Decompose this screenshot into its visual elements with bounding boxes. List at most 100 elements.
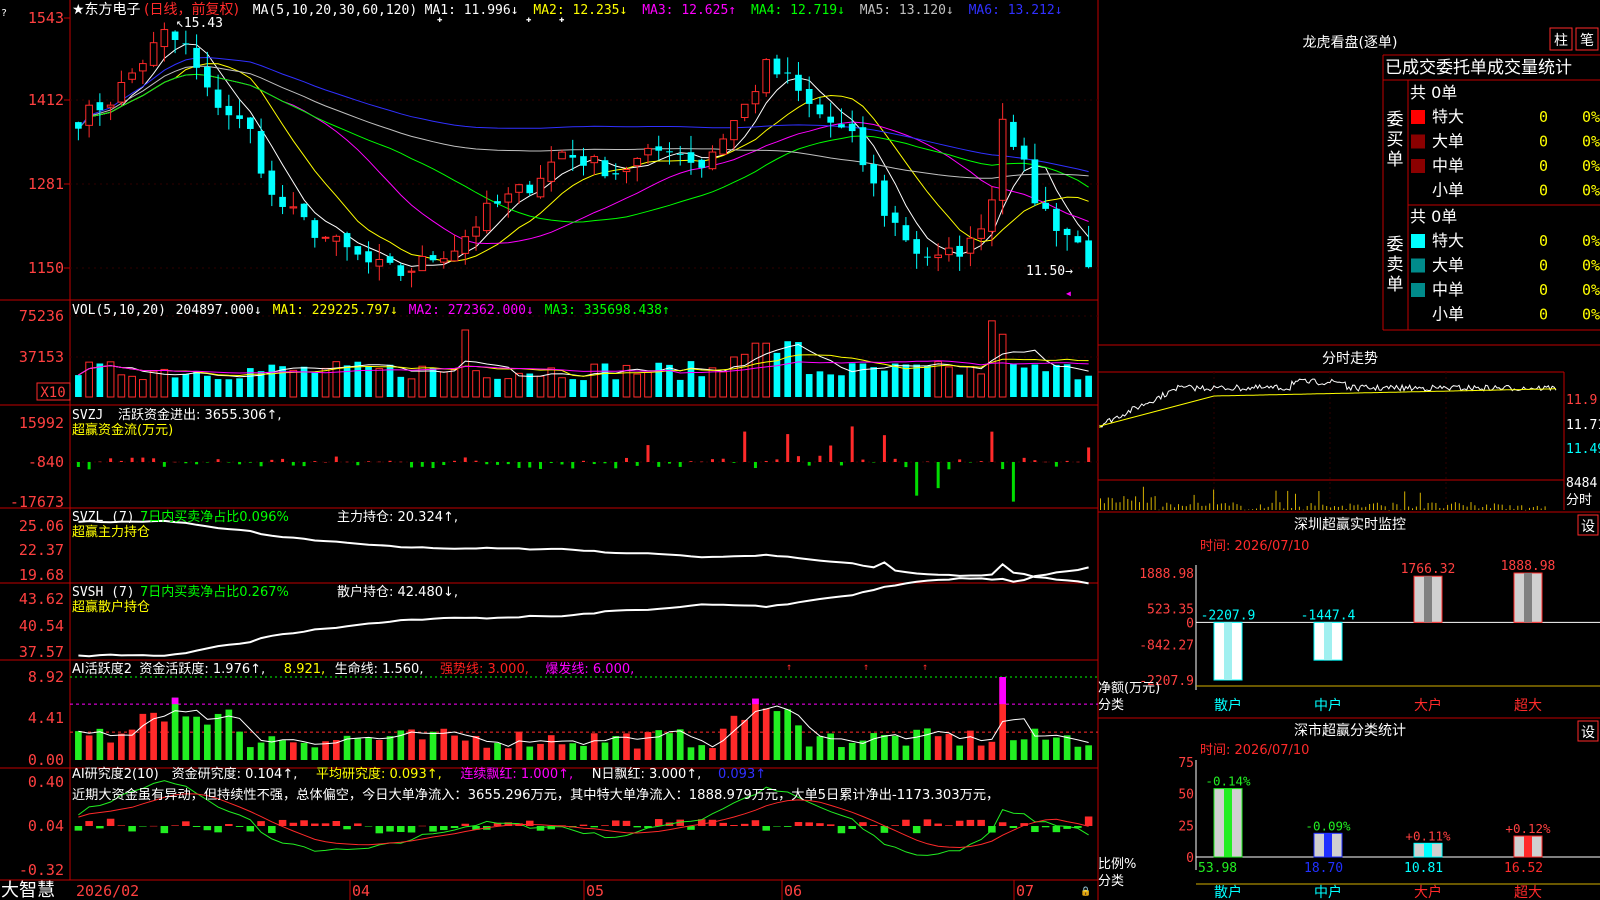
candle-body[interactable] <box>171 31 179 41</box>
flow-bar[interactable] <box>549 462 553 464</box>
research-bar[interactable] <box>1031 826 1039 833</box>
candle-body[interactable] <box>988 199 996 232</box>
candle-body[interactable] <box>182 43 190 45</box>
volume-bar[interactable] <box>1031 364 1039 397</box>
flow-bar[interactable] <box>710 459 714 462</box>
flow-bar[interactable] <box>313 461 317 462</box>
activity-bar[interactable] <box>762 708 770 760</box>
flow-bar[interactable] <box>388 460 392 462</box>
volume-bar[interactable] <box>859 363 867 397</box>
candle-body[interactable] <box>343 233 351 248</box>
flow-bar[interactable] <box>689 461 693 462</box>
flow-bar[interactable] <box>291 462 295 466</box>
candle-body[interactable] <box>429 255 437 261</box>
activity-bar[interactable] <box>784 709 792 760</box>
candle-body[interactable] <box>934 254 942 259</box>
flow-bar[interactable] <box>753 462 757 469</box>
volume-bar[interactable] <box>601 363 609 397</box>
candle-body[interactable] <box>450 250 459 262</box>
candle-body[interactable] <box>149 42 158 66</box>
activity-bar[interactable] <box>709 748 716 760</box>
research-bar[interactable] <box>902 819 910 826</box>
activity-bar[interactable] <box>967 730 974 760</box>
candle-body[interactable] <box>644 147 652 156</box>
candle-body[interactable] <box>708 151 717 170</box>
candle-body[interactable] <box>633 157 642 167</box>
research-bar[interactable] <box>891 825 899 826</box>
volume-bar[interactable] <box>913 364 921 397</box>
research-bar[interactable] <box>128 826 136 832</box>
flow-bar[interactable] <box>796 456 800 462</box>
candle-body[interactable] <box>204 66 211 88</box>
flow-bar[interactable] <box>356 462 360 466</box>
flow-bar[interactable] <box>173 461 177 463</box>
research-bar[interactable] <box>332 820 341 826</box>
candle-body[interactable] <box>762 59 771 94</box>
research-bar[interactable] <box>762 826 770 831</box>
flow-bar[interactable] <box>205 462 209 463</box>
candle-body[interactable] <box>279 196 286 207</box>
activity-bar[interactable] <box>246 747 254 760</box>
research-bar[interactable] <box>257 821 265 826</box>
activity-bar[interactable] <box>666 733 673 760</box>
research-bar[interactable] <box>1084 816 1093 826</box>
activity-bar-peak[interactable] <box>752 698 759 705</box>
activity-bar[interactable] <box>1010 740 1017 760</box>
flow-bar[interactable] <box>517 462 521 468</box>
volume-bar[interactable] <box>1063 364 1071 397</box>
volume-bar[interactable] <box>698 376 706 397</box>
flow-bar[interactable] <box>893 458 897 462</box>
volume-bar[interactable] <box>149 370 158 398</box>
flow-bar[interactable] <box>324 461 328 463</box>
volume-bar[interactable] <box>633 373 642 398</box>
flow-bar[interactable] <box>872 462 876 463</box>
flow-bar[interactable] <box>420 462 424 467</box>
activity-bar[interactable] <box>214 713 222 760</box>
volume-bar[interactable] <box>902 364 910 397</box>
candle-body[interactable] <box>128 72 136 80</box>
activity-bar[interactable] <box>741 719 749 760</box>
volume-bar[interactable] <box>547 367 556 398</box>
flow-bar[interactable] <box>990 431 994 462</box>
research-bar[interactable] <box>859 822 867 826</box>
research-bar[interactable] <box>364 826 373 827</box>
flow-bar[interactable] <box>463 457 467 462</box>
research-bar[interactable] <box>955 820 964 826</box>
volume-bar[interactable] <box>580 380 587 397</box>
flow-bar[interactable] <box>1022 457 1026 462</box>
volume-bar[interactable] <box>171 377 179 397</box>
candle-body[interactable] <box>311 220 319 238</box>
volume-bar[interactable] <box>848 363 856 397</box>
volume-bar[interactable] <box>75 375 82 397</box>
activity-bar[interactable] <box>408 729 415 760</box>
volume-bar[interactable] <box>751 342 760 398</box>
candle-body[interactable] <box>418 255 427 272</box>
research-bar[interactable] <box>268 826 276 834</box>
candle-body[interactable] <box>590 156 599 164</box>
flow-bar[interactable] <box>764 460 768 462</box>
volume-bar[interactable] <box>397 376 405 397</box>
research-bar[interactable] <box>794 822 803 826</box>
research-bar[interactable] <box>740 823 749 826</box>
flow-bar[interactable] <box>743 431 747 462</box>
activity-bar[interactable] <box>429 731 437 760</box>
research-bar[interactable] <box>869 825 878 826</box>
volume-bar[interactable] <box>450 369 459 398</box>
activity-bar[interactable] <box>752 698 759 760</box>
volume-bar[interactable] <box>1074 379 1082 397</box>
volume-bar[interactable] <box>311 372 319 397</box>
volume-bar[interactable] <box>945 366 953 398</box>
candle-body[interactable] <box>719 138 728 155</box>
activity-bar[interactable] <box>601 742 609 760</box>
candle-body[interactable] <box>96 102 104 111</box>
flow-bar[interactable] <box>184 462 188 464</box>
volume-bar[interactable] <box>407 378 416 398</box>
candle-body[interactable] <box>740 103 749 119</box>
research-bar[interactable] <box>182 821 190 826</box>
candle-body[interactable] <box>870 164 878 184</box>
research-bar[interactable] <box>171 825 179 826</box>
flow-bar[interactable] <box>1076 461 1080 463</box>
candle-body[interactable] <box>1063 228 1071 236</box>
research-bar[interactable] <box>622 820 631 826</box>
flow-bar[interactable] <box>98 461 102 463</box>
